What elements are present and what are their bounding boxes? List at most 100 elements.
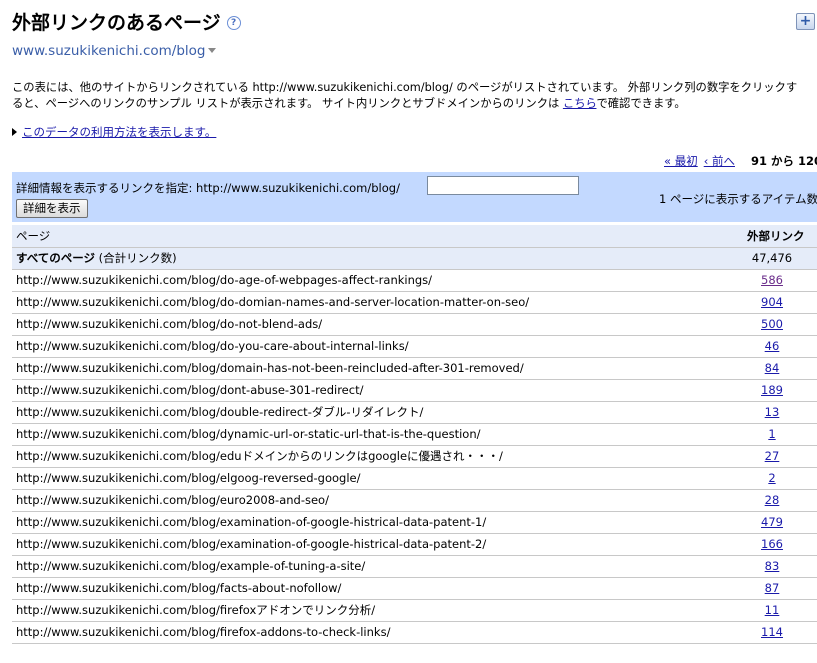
filter-input[interactable] xyxy=(427,176,579,195)
table-row: http://www.suzukikenichi.com/blog/elgoog… xyxy=(12,467,817,490)
help-icon[interactable]: ? xyxy=(226,16,241,30)
filter-label: 詳細情報を表示するリンクを指定: http://www.suzukikenich… xyxy=(16,181,400,195)
chevron-down-icon[interactable] xyxy=(208,48,217,53)
external-links-cell: 1 xyxy=(727,423,817,446)
external-links-cell: 27 xyxy=(727,445,817,468)
page-url: http://www.suzukikenichi.com/blog/exampl… xyxy=(12,555,727,578)
external-links-count-link[interactable]: 46 xyxy=(765,339,780,353)
page-url: http://www.suzukikenichi.com/blog/firefo… xyxy=(12,621,727,644)
table-row: http://www.suzukikenichi.com/blog/eduドメイ… xyxy=(12,445,817,468)
external-links-cell: 114 xyxy=(727,621,817,644)
description-text-end: で確認できます。 xyxy=(596,97,686,110)
external-links-cell: 479 xyxy=(727,511,817,534)
expand-triangle-icon[interactable] xyxy=(12,128,17,136)
external-links-cell: 904 xyxy=(727,291,817,314)
external-links-count-link[interactable]: 114 xyxy=(761,625,783,639)
add-gadget-icon[interactable]: + xyxy=(796,13,815,30)
site-selector[interactable]: www.suzukikenichi.com/blog xyxy=(12,43,217,59)
description-text: ると、ページへのリンクのサンプル リストが表示されます。 サイト内リンクとサブド… xyxy=(12,97,563,110)
external-links-cell: 28 xyxy=(727,489,817,512)
external-links-count-link[interactable]: 27 xyxy=(765,449,780,463)
internal-links-link[interactable]: こちら xyxy=(563,97,597,110)
table-row: http://www.suzukikenichi.com/blog/examin… xyxy=(12,511,817,534)
page-range: 91 から 120 xyxy=(750,154,817,168)
external-links-cell: 586 xyxy=(727,269,817,292)
page-url: http://www.suzukikenichi.com/blog/do-age… xyxy=(12,269,727,292)
page-url: http://www.suzukikenichi.com/blog/examin… xyxy=(12,533,727,556)
prev-page-link[interactable]: ‹ 前へ xyxy=(704,154,735,168)
per-page-label: 1 ページに表示するアイテム数 xyxy=(659,192,817,206)
external-links-count-link[interactable]: 166 xyxy=(761,537,783,551)
usage-toggle[interactable]: このデータの利用方法を表示します。 xyxy=(12,124,216,140)
page-url: http://www.suzukikenichi.com/blog/dont-a… xyxy=(12,379,727,402)
table-row: http://www.suzukikenichi.com/blog/facts-… xyxy=(12,577,817,600)
external-links-cell: 500 xyxy=(727,313,817,336)
total-value: 47,476 xyxy=(727,247,817,270)
external-links-count-link[interactable]: 189 xyxy=(761,383,783,397)
total-label: すべてのページ (合計リンク数) xyxy=(12,247,727,270)
external-links-count-link[interactable]: 11 xyxy=(765,603,780,617)
table-row: http://www.suzukikenichi.com/blog/dont-a… xyxy=(12,379,817,402)
external-links-count-link[interactable]: 904 xyxy=(761,295,783,309)
table-row: http://www.suzukikenichi.com/blog/examin… xyxy=(12,533,817,556)
external-links-count-link[interactable]: 28 xyxy=(765,493,780,507)
column-header-external-links[interactable]: 外部リンク xyxy=(727,225,817,248)
external-links-count-link[interactable]: 586 xyxy=(761,273,783,287)
page-url: http://www.suzukikenichi.com/blog/domain… xyxy=(12,357,727,380)
table-row: http://www.suzukikenichi.com/blog/do-dom… xyxy=(12,291,817,314)
table-row: http://www.suzukikenichi.com/blog/firefo… xyxy=(12,599,817,622)
total-label-sub: (合計リンク数) xyxy=(95,251,177,265)
table-header-row: ページ 外部リンク xyxy=(12,225,817,248)
table-row: http://www.suzukikenichi.com/blog/domain… xyxy=(12,357,817,380)
external-links-cell: 87 xyxy=(727,577,817,600)
show-details-button[interactable]: 詳細を表示 xyxy=(16,199,88,218)
site-selector-value[interactable]: www.suzukikenichi.com/blog xyxy=(12,43,205,59)
table-row: http://www.suzukikenichi.com/blog/double… xyxy=(12,401,817,424)
external-links-cell: 166 xyxy=(727,533,817,556)
page-url: http://www.suzukikenichi.com/blog/do-you… xyxy=(12,335,727,358)
filter-panel: 詳細情報を表示するリンクを指定: http://www.suzukikenich… xyxy=(12,172,817,222)
total-label-text: すべてのページ xyxy=(16,251,96,265)
external-links-count-link[interactable]: 13 xyxy=(765,405,780,419)
external-links-cell: 189 xyxy=(727,379,817,402)
page-title: 外部リンクのあるページ? xyxy=(12,8,241,35)
table-row: http://www.suzukikenichi.com/blog/do-you… xyxy=(12,335,817,358)
external-links-count-link[interactable]: 83 xyxy=(765,559,780,573)
links-table: ページ 外部リンク すべてのページ (合計リンク数) 47,476 http:/… xyxy=(12,225,817,644)
column-header-page[interactable]: ページ xyxy=(12,225,727,248)
total-row: すべてのページ (合計リンク数) 47,476 xyxy=(12,247,817,270)
page-url: http://www.suzukikenichi.com/blog/eduドメイ… xyxy=(12,445,727,468)
page-url: http://www.suzukikenichi.com/blog/facts-… xyxy=(12,577,727,600)
table-row: http://www.suzukikenichi.com/blog/firefo… xyxy=(12,621,817,644)
table-row: http://www.suzukikenichi.com/blog/euro20… xyxy=(12,489,817,512)
table-row: http://www.suzukikenichi.com/blog/dynami… xyxy=(12,423,817,446)
external-links-cell: 46 xyxy=(727,335,817,358)
page-url: http://www.suzukikenichi.com/blog/elgoog… xyxy=(12,467,727,490)
external-links-count-link[interactable]: 1 xyxy=(768,427,775,441)
page-url: http://www.suzukikenichi.com/blog/firefo… xyxy=(12,599,727,622)
external-links-cell: 11 xyxy=(727,599,817,622)
table-row: http://www.suzukikenichi.com/blog/exampl… xyxy=(12,555,817,578)
description-line-1: この表には、他のサイトからリンクされている http://www.suzukik… xyxy=(12,81,798,94)
external-links-cell: 13 xyxy=(727,401,817,424)
first-page-link[interactable]: « 最初 xyxy=(664,154,698,168)
page-url: http://www.suzukikenichi.com/blog/do-not… xyxy=(12,313,727,336)
external-links-count-link[interactable]: 479 xyxy=(761,515,783,529)
description-line-2: ると、ページへのリンクのサンプル リストが表示されます。 サイト内リンクとサブド… xyxy=(12,96,817,112)
page-url: http://www.suzukikenichi.com/blog/dynami… xyxy=(12,423,727,446)
pager: « 最初 ‹ 前へ 91 から 120 xyxy=(664,153,817,169)
table-row: http://www.suzukikenichi.com/blog/do-not… xyxy=(12,313,817,336)
page-url: http://www.suzukikenichi.com/blog/do-dom… xyxy=(12,291,727,314)
external-links-cell: 84 xyxy=(727,357,817,380)
external-links-count-link[interactable]: 84 xyxy=(765,361,780,375)
table-row: http://www.suzukikenichi.com/blog/do-age… xyxy=(12,269,817,292)
external-links-cell: 83 xyxy=(727,555,817,578)
external-links-cell: 2 xyxy=(727,467,817,490)
usage-link[interactable]: このデータの利用方法を表示します。 xyxy=(22,125,216,139)
page-url: http://www.suzukikenichi.com/blog/examin… xyxy=(12,511,727,534)
external-links-count-link[interactable]: 2 xyxy=(768,471,775,485)
external-links-count-link[interactable]: 87 xyxy=(765,581,780,595)
page-url: http://www.suzukikenichi.com/blog/double… xyxy=(12,401,727,424)
page-title-text: 外部リンクのあるページ xyxy=(12,12,221,34)
external-links-count-link[interactable]: 500 xyxy=(761,317,783,331)
